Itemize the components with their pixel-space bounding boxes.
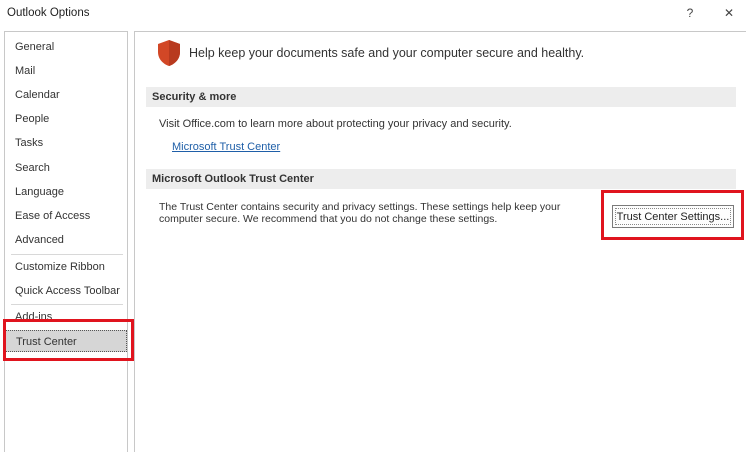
trust-center-description: The Trust Center contains security and p…: [159, 201, 561, 225]
sidebar-item-language[interactable]: Language: [5, 181, 127, 203]
sidebar-item-add-ins[interactable]: Add-ins: [5, 306, 127, 328]
trust-center-section-heading: Microsoft Outlook Trust Center: [146, 169, 736, 189]
sidebar-item-trust-center[interactable]: Trust Center: [5, 330, 127, 352]
sidebar-item-quick-access-toolbar[interactable]: Quick Access Toolbar: [5, 280, 127, 302]
sidebar-item-ease-of-access[interactable]: Ease of Access: [5, 205, 127, 227]
sidebar-item-customize-ribbon[interactable]: Customize Ribbon: [5, 256, 127, 278]
shield-icon: [158, 40, 180, 66]
sidebar-item-people[interactable]: People: [5, 108, 127, 130]
sidebar-item-calendar[interactable]: Calendar: [5, 84, 127, 106]
sidebar-divider: [11, 304, 123, 305]
trust-center-panel: Help keep your documents safe and your c…: [134, 31, 746, 452]
security-description: Visit Office.com to learn more about pro…: [159, 118, 512, 130]
close-button[interactable]: ✕: [717, 2, 741, 24]
sidebar-item-search[interactable]: Search: [5, 157, 127, 179]
sidebar-item-mail[interactable]: Mail: [5, 60, 127, 82]
options-sidebar: General Mail Calendar People Tasks Searc…: [4, 31, 128, 452]
title-bar: Outlook Options ? ✕: [0, 0, 751, 28]
sidebar-item-advanced[interactable]: Advanced: [5, 229, 127, 251]
page-header-text: Help keep your documents safe and your c…: [189, 46, 585, 60]
sidebar-divider: [11, 254, 123, 255]
help-button[interactable]: ?: [678, 2, 702, 24]
security-section-heading: Security & more: [146, 87, 736, 107]
microsoft-trust-center-link[interactable]: Microsoft Trust Center: [172, 141, 280, 153]
sidebar-item-general[interactable]: General: [5, 36, 127, 58]
window-title: Outlook Options: [7, 7, 90, 19]
trust-center-settings-button[interactable]: Trust Center Settings...: [612, 205, 734, 228]
sidebar-item-tasks[interactable]: Tasks: [5, 132, 127, 154]
